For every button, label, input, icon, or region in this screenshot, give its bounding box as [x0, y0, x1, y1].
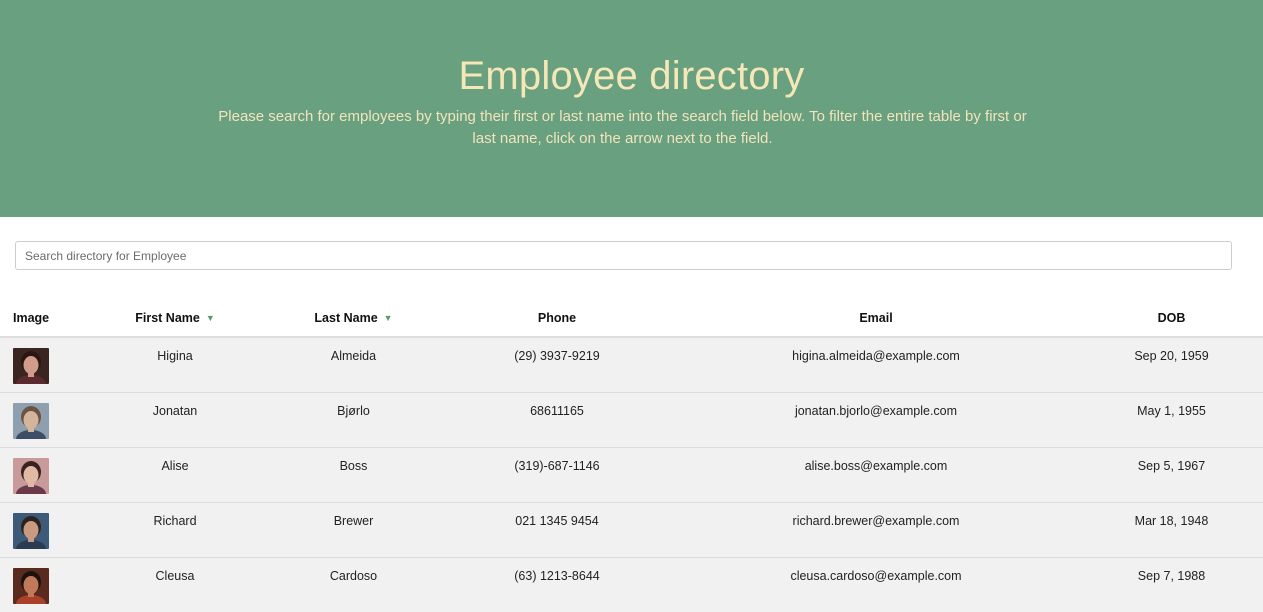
cell-phone: 021 1345 9454 [442, 501, 672, 557]
table-row: Jonatan Bjørlo 68611165 jonatan.bjorlo@e… [0, 391, 1263, 447]
cell-last-name: Cardoso [265, 556, 442, 612]
cell-phone: 68611165 [442, 391, 672, 447]
cell-last-name: Bjørlo [265, 391, 442, 447]
cell-email: higina.almeida@example.com [672, 336, 1080, 392]
table-header-row: Image First Name ▼ Last Name ▼ Phone Email… [0, 300, 1263, 338]
cell-email: jonatan.bjorlo@example.com [672, 391, 1080, 447]
search-bar [15, 241, 1232, 270]
cell-last-name: Brewer [265, 501, 442, 557]
cell-image [0, 556, 85, 612]
avatar [13, 457, 49, 494]
page-description: Please search for employees by typing th… [218, 108, 1027, 147]
column-header-image: Image [0, 300, 85, 338]
cell-phone: (29) 3937-9219 [442, 336, 672, 392]
cell-first-name: Jonatan [85, 391, 265, 447]
column-header-first-name: First Name ▼ [85, 300, 265, 338]
employee-table: Image First Name ▼ Last Name ▼ Phone Email… [0, 300, 1263, 612]
table-row: Cleusa Cardoso (63) 1213-8644 cleusa.car… [0, 556, 1263, 612]
avatar [13, 348, 49, 384]
column-header-email: Email [672, 300, 1080, 338]
triangle-down-icon[interactable]: ▼ [384, 313, 393, 323]
cell-email: richard.brewer@example.com [672, 501, 1080, 557]
cell-first-name: Cleusa [85, 556, 265, 612]
cell-email: alise.boss@example.com [672, 446, 1080, 502]
cell-first-name: Richard [85, 501, 265, 557]
cell-dob: Sep 5, 1967 [1080, 446, 1263, 502]
table-row: Richard Brewer 021 1345 9454 richard.bre… [0, 501, 1263, 557]
cell-image [0, 446, 85, 502]
column-header-dob: DOB [1080, 300, 1263, 338]
column-header-phone: Phone [442, 300, 672, 338]
cell-first-name: Alise [85, 446, 265, 502]
cell-last-name: Boss [265, 446, 442, 502]
triangle-down-icon[interactable]: ▼ [206, 313, 215, 323]
cell-dob: Sep 20, 1959 [1080, 336, 1263, 392]
column-header-label: Image [13, 311, 50, 325]
cell-image [0, 336, 85, 392]
avatar [13, 567, 49, 604]
column-header-label: First Name [135, 311, 200, 325]
cell-email: cleusa.cardoso@example.com [672, 556, 1080, 612]
table-row: Higina Almeida (29) 3937-9219 higina.alm… [0, 336, 1263, 392]
search-input[interactable] [15, 241, 1232, 270]
avatar [13, 512, 49, 549]
cell-image [0, 391, 85, 447]
table-row: Alise Boss (319)-687-1146 alise.boss@exa… [0, 446, 1263, 502]
cell-phone: (319)-687-1146 [442, 446, 672, 502]
column-header-label: Email [859, 311, 893, 325]
cell-dob: May 1, 1955 [1080, 391, 1263, 447]
column-header-last-name: Last Name ▼ [265, 300, 442, 338]
page-title: Employee directory [458, 54, 805, 98]
cell-dob: Sep 7, 1988 [1080, 556, 1263, 612]
cell-first-name: Higina [85, 336, 265, 392]
column-header-label: Phone [537, 311, 577, 325]
avatar [13, 402, 49, 439]
cell-phone: (63) 1213-8644 [442, 556, 672, 612]
cell-dob: Mar 18, 1948 [1080, 501, 1263, 557]
column-header-label: Last Name [314, 311, 378, 325]
cell-last-name: Almeida [265, 336, 442, 392]
hero-banner: Employee directory Please search for emp… [0, 0, 1263, 217]
cell-image [0, 501, 85, 557]
column-header-label: DOB [1157, 311, 1186, 325]
